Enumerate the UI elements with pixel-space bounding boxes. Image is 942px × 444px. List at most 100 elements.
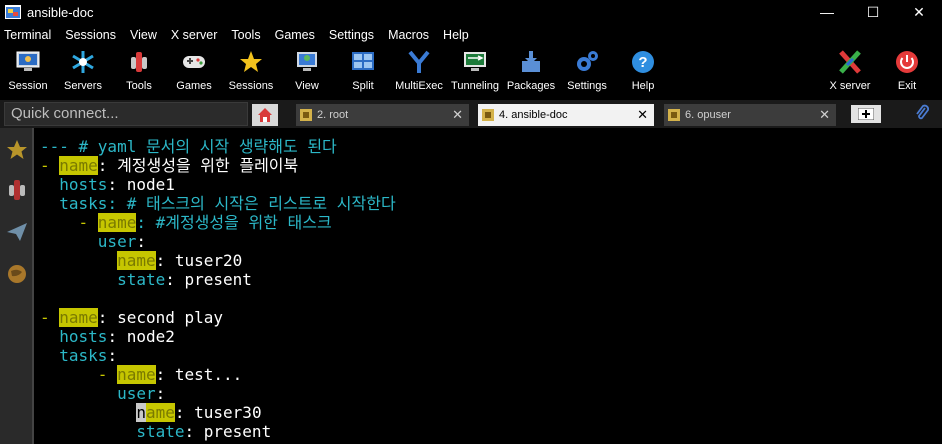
terminal-text: user: [40, 232, 137, 251]
menu-terminal[interactable]: Terminal: [4, 28, 51, 42]
menu-settings[interactable]: Settings: [329, 28, 374, 42]
games-button[interactable]: Games: [166, 46, 222, 98]
terminal-text: --- # yaml 문서의 시작 생략해도 된다: [40, 137, 337, 156]
tools-button[interactable]: Tools: [111, 46, 167, 98]
view-button[interactable]: View: [279, 46, 335, 98]
terminal-line: user:: [40, 232, 146, 251]
close-button[interactable]: ✕: [896, 0, 942, 24]
terminal-line: hosts: node1: [40, 175, 175, 194]
tools-icon: [8, 180, 25, 200]
paper-plane-icon: [6, 223, 27, 241]
quick-connect-input[interactable]: Quick connect...: [4, 102, 248, 126]
terminal-text: : tuser30: [174, 403, 262, 422]
tab-label: 4. ansible-doc: [499, 109, 568, 121]
sessions-button[interactable]: Sessions: [223, 46, 279, 98]
session-button[interactable]: Session: [0, 46, 56, 98]
menu-games[interactable]: Games: [275, 28, 315, 42]
star-icon: [6, 140, 27, 159]
menu-view[interactable]: View: [130, 28, 157, 42]
help-button[interactable]: ? Help: [615, 46, 671, 98]
terminal-text: : node1: [107, 175, 175, 194]
tools-icon: [125, 48, 153, 76]
view-icon: [293, 48, 321, 76]
home-tab[interactable]: [252, 104, 278, 126]
terminal-text: : second play: [97, 308, 224, 327]
x-server-icon: [836, 48, 864, 76]
servers-icon: [69, 48, 97, 76]
plus-icon: [858, 108, 874, 120]
terminal-text: -: [40, 365, 118, 384]
terminal-line: - name: 계정생성을 위한 플레이북: [40, 156, 298, 175]
terminal-text: : #계정생성을 위한 태스크: [136, 213, 332, 232]
terminal-text: :: [107, 346, 118, 365]
menu-tools[interactable]: Tools: [231, 28, 260, 42]
tab-label: 6. opuser: [685, 109, 731, 121]
exit-button[interactable]: Exit: [879, 46, 935, 98]
tab-root[interactable]: 2. root ✕: [296, 104, 469, 126]
packages-button[interactable]: Packages: [503, 46, 559, 98]
title-bar: ansible-doc — ☐ ✕: [0, 0, 942, 24]
power-icon: [893, 48, 921, 76]
gear-icon: [573, 48, 601, 76]
terminal-text: :: [136, 232, 146, 251]
mobaxterm-logo-icon: [5, 4, 21, 20]
toolbar: Session Servers Tools Games Sessions Vie…: [0, 46, 942, 98]
terminal-output[interactable]: --- # yaml 문서의 시작 생략해도 된다 - name: 계정생성을 위…: [36, 128, 942, 444]
close-tab-icon[interactable]: ✕: [452, 107, 463, 123]
terminal-text: tasks: [40, 346, 108, 365]
terminal-text: : node2: [107, 327, 175, 346]
terminal-line: - name: second play: [40, 308, 223, 327]
terminal-text: hosts: [40, 327, 108, 346]
tab-ansible-doc[interactable]: 4. ansible-doc ✕: [478, 104, 654, 126]
menu-sessions[interactable]: Sessions: [65, 28, 116, 42]
menu-bar: Terminal Sessions View X server Tools Ga…: [0, 24, 942, 46]
terminal-text: name: [59, 308, 98, 327]
svg-text:?: ?: [638, 54, 647, 71]
gamepad-icon: [180, 48, 208, 76]
close-tab-icon[interactable]: ✕: [819, 107, 830, 123]
tunneling-button[interactable]: Tunneling: [447, 46, 503, 98]
maximize-button[interactable]: ☐: [850, 0, 896, 24]
terminal-text: name: [97, 213, 137, 232]
servers-button[interactable]: Servers: [55, 46, 111, 98]
tab-opuser[interactable]: 6. opuser ✕: [664, 104, 836, 126]
monitor-icon: [14, 48, 42, 76]
new-tab-button[interactable]: [851, 105, 881, 123]
terminal-line: name: tuser20: [40, 251, 242, 270]
sidebar-tools-button[interactable]: [3, 172, 30, 208]
terminal-line: state: present: [40, 270, 252, 289]
terminal-text: -: [40, 156, 60, 175]
terminal-line: state: present: [40, 422, 271, 441]
home-icon: [258, 108, 272, 122]
terminal-text: n: [136, 403, 146, 422]
menu-macros[interactable]: Macros: [388, 28, 429, 42]
terminal-line: tasks: # 태스크의 시작은 리스트로 시작한다: [40, 194, 396, 213]
menu-help[interactable]: Help: [443, 28, 469, 42]
terminal-text: user: [40, 384, 156, 403]
sidebar-sessions-button[interactable]: [3, 132, 30, 168]
paperclip-icon[interactable]: [910, 104, 934, 124]
terminal-text: -: [40, 213, 98, 232]
x-server-button[interactable]: X server: [822, 46, 878, 98]
menu-x-server[interactable]: X server: [171, 28, 218, 42]
terminal-text: state: [40, 422, 185, 441]
terminal-text: : tuser20: [155, 251, 243, 270]
settings-button[interactable]: Settings: [559, 46, 615, 98]
packages-icon: [517, 48, 545, 76]
close-tab-icon[interactable]: ✕: [637, 107, 648, 123]
terminal-text: -: [40, 308, 60, 327]
multiexec-button[interactable]: MultiExec: [391, 46, 447, 98]
terminal-text: name: [59, 156, 98, 175]
terminal-line: --- # yaml 문서의 시작 생략해도 된다: [40, 137, 337, 156]
minimize-button[interactable]: —: [804, 0, 850, 24]
sidebar-macros-button[interactable]: [3, 256, 30, 292]
terminal-tab-icon: [668, 109, 680, 121]
terminal-line: user:: [40, 384, 165, 403]
split-button[interactable]: Split: [335, 46, 391, 98]
help-icon: ?: [629, 48, 657, 76]
terminal-text: name: [117, 251, 156, 270]
sidebar-sftp-button[interactable]: [3, 214, 30, 250]
terminal-text: : # 태스크의 시작은 리스트로 시작한다: [107, 194, 396, 213]
